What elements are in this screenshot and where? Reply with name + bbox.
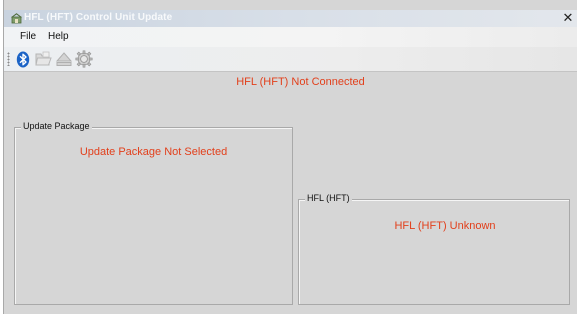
bluetooth-icon bbox=[16, 51, 30, 67]
connection-status: HFL (HFT) Not Connected bbox=[236, 76, 365, 88]
app-icon bbox=[11, 13, 22, 24]
toolbar-grip[interactable] bbox=[7, 52, 10, 66]
window-title: HFL (HFT) Control Unit Update bbox=[24, 12, 173, 23]
title-bar[interactable]: HFL (HFT) Control Unit Update ✕ bbox=[4, 10, 577, 27]
close-icon[interactable]: ✕ bbox=[561, 11, 575, 25]
menu-bar: File Help bbox=[4, 27, 577, 47]
app-window: HFL (HFT) Control Unit Update ✕ File Hel… bbox=[3, 0, 577, 314]
eject-button[interactable] bbox=[55, 50, 73, 68]
settings-button[interactable] bbox=[75, 50, 93, 68]
bluetooth-button[interactable] bbox=[14, 50, 32, 68]
menu-help[interactable]: Help bbox=[48, 31, 69, 42]
settings-gear-icon bbox=[75, 50, 93, 68]
menu-file[interactable]: File bbox=[20, 31, 36, 42]
toolbar bbox=[4, 47, 577, 72]
eject-icon bbox=[55, 52, 73, 66]
hfl-status: HFL (HFT) Unknown bbox=[394, 220, 496, 232]
open-file-icon bbox=[35, 51, 52, 66]
update-package-group: Update Package Update Package Not Select… bbox=[14, 121, 293, 305]
open-file-button[interactable] bbox=[34, 50, 52, 68]
hfl-legend: HFL (HFT) bbox=[305, 193, 352, 203]
update-package-legend: Update Package bbox=[21, 121, 92, 131]
hfl-group: HFL (HFT) HFL (HFT) Unknown bbox=[298, 193, 570, 305]
update-package-status: Update Package Not Selected bbox=[79, 146, 228, 158]
